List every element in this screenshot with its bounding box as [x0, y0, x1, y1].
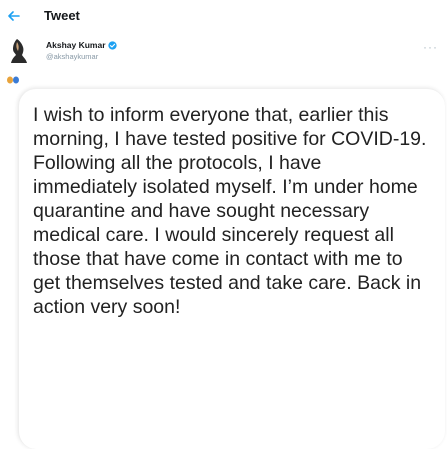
verified-badge-icon	[107, 40, 117, 50]
back-button[interactable]	[4, 6, 24, 26]
avatar[interactable]	[8, 38, 30, 64]
author-block: Akshay Kumar @akshaykumar ···	[6, 38, 442, 68]
brand-logo-icon	[6, 72, 20, 84]
author-handle[interactable]: @akshaykumar	[46, 52, 98, 61]
arrow-left-icon	[8, 11, 20, 21]
tweet-text: I wish to inform everyone that, earlier …	[33, 104, 432, 318]
more-options-button[interactable]: ···	[423, 40, 438, 54]
tweet-card: I wish to inform everyone that, earlier …	[18, 88, 445, 449]
tweet-header: Tweet	[0, 0, 447, 34]
author-name-label: Akshay Kumar	[46, 40, 106, 50]
author-name[interactable]: Akshay Kumar	[46, 40, 117, 50]
avatar-image	[11, 39, 27, 63]
page-title: Tweet	[44, 8, 80, 23]
more-horizontal-icon: ···	[423, 40, 438, 54]
